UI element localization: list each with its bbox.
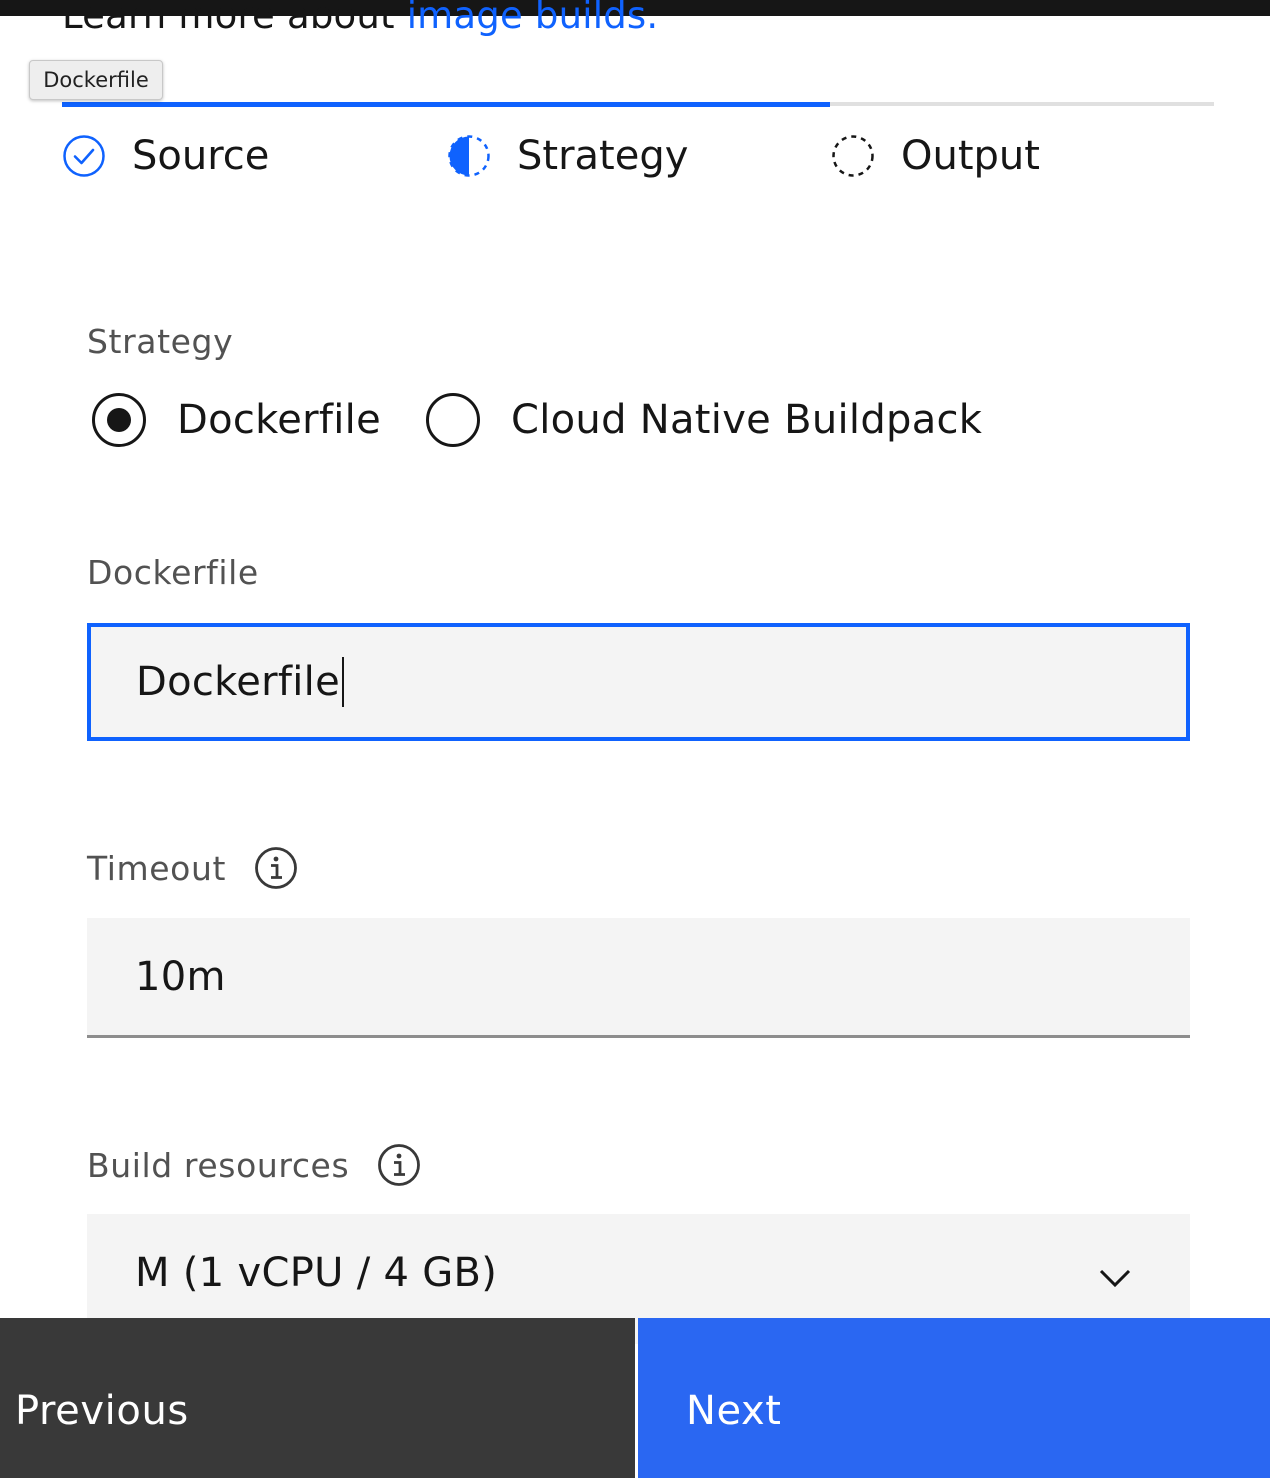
radio-cloud-native-buildpack[interactable]: Cloud Native Buildpack xyxy=(425,392,982,448)
image-builds-link[interactable]: image builds. xyxy=(407,0,659,37)
radio-unselected-icon xyxy=(426,393,480,447)
timeout-input[interactable]: 10m xyxy=(87,918,1190,1038)
info-icon[interactable] xyxy=(254,846,298,890)
timeout-input-value: 10m xyxy=(135,953,226,1000)
next-button-label: Next xyxy=(686,1388,782,1434)
step-strategy[interactable]: Strategy xyxy=(447,128,688,184)
step-output[interactable]: Output xyxy=(831,128,1040,184)
build-resources-label-row: Build resources xyxy=(87,1143,421,1187)
step-source-label: Source xyxy=(132,133,270,179)
radio-cloud-native-buildpack-label: Cloud Native Buildpack xyxy=(511,397,983,443)
progress-fill xyxy=(62,102,830,107)
tooltip: Dockerfile xyxy=(29,60,163,100)
step-output-label: Output xyxy=(901,133,1040,179)
dashed-circle-icon xyxy=(832,135,874,177)
previous-button-label: Previous xyxy=(15,1388,189,1434)
step-source[interactable]: Source xyxy=(62,128,269,184)
dockerfile-field-label: Dockerfile xyxy=(87,553,259,592)
radio-dockerfile-label: Dockerfile xyxy=(177,397,381,443)
strategy-label: Strategy xyxy=(87,322,234,361)
info-icon[interactable] xyxy=(377,1143,421,1187)
text-caret xyxy=(341,657,344,707)
intro-text-label: Learn more about xyxy=(62,0,407,37)
previous-button[interactable]: Previous xyxy=(0,1318,635,1478)
chevron-down-icon xyxy=(1099,1269,1131,1288)
dockerfile-input-value: Dockerfile xyxy=(136,659,340,705)
intro-text: Learn more about image builds. xyxy=(62,0,658,37)
dockerfile-input[interactable]: Dockerfile xyxy=(87,623,1190,741)
checkmark-circle-icon xyxy=(63,135,105,177)
radio-dockerfile[interactable]: Dockerfile xyxy=(91,392,381,448)
timeout-label: Timeout xyxy=(87,848,227,888)
next-button[interactable]: Next xyxy=(638,1318,1270,1478)
radio-selected-icon xyxy=(92,393,146,447)
step-strategy-label: Strategy xyxy=(517,133,689,179)
timeout-label-row: Timeout xyxy=(87,846,298,890)
build-resources-selected-value: M (1 vCPU / 4 GB) xyxy=(135,1250,498,1296)
half-circle-icon xyxy=(448,135,490,177)
build-resources-label: Build resources xyxy=(87,1145,350,1185)
